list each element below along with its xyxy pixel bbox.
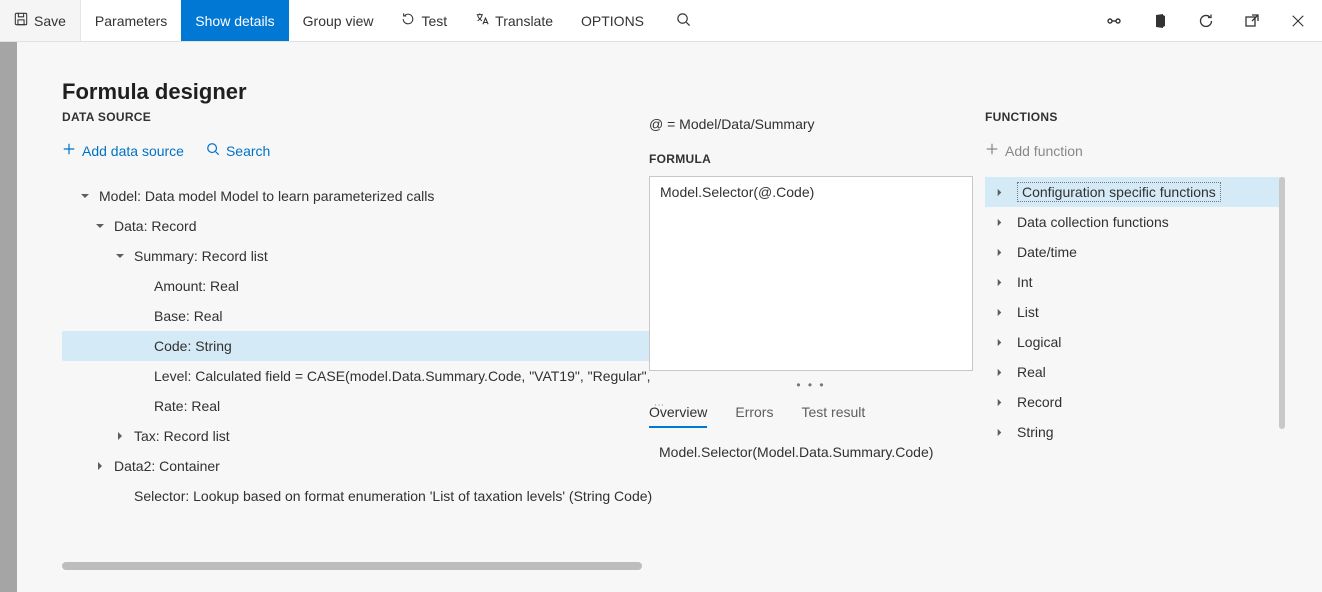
- tree-item-base[interactable]: Base: Real: [62, 301, 656, 331]
- add-data-source-button[interactable]: Add data source: [62, 142, 184, 159]
- show-details-button[interactable]: Show details: [181, 0, 288, 41]
- tab-errors[interactable]: Errors: [735, 404, 773, 428]
- workspace: Formula designer DATA SOURCE Add data so…: [17, 42, 1322, 592]
- tree-item-data2[interactable]: Data2: Container: [62, 451, 656, 481]
- functions-scrollbar[interactable]: [1279, 177, 1285, 429]
- tree-item-data[interactable]: Data: Record: [62, 211, 656, 241]
- group-view-button[interactable]: Group view: [289, 0, 388, 41]
- close-icon[interactable]: [1284, 7, 1312, 35]
- function-category-logical[interactable]: Logical: [985, 327, 1285, 357]
- formula-context-path: @ = Model/Data/Summary: [649, 116, 973, 132]
- functions-label: FUNCTIONS: [985, 110, 1285, 124]
- parameters-button[interactable]: Parameters: [81, 0, 181, 41]
- search-icon: [206, 142, 220, 159]
- tree-item-code[interactable]: Code: String: [62, 331, 656, 361]
- caret-down-icon: [112, 251, 128, 261]
- tree-item-rate[interactable]: Rate: Real: [62, 391, 656, 421]
- save-label: Save: [34, 13, 66, 29]
- refresh-arrow-icon: [401, 12, 415, 29]
- page-title: Formula designer: [62, 79, 247, 105]
- caret-right-icon: [995, 394, 1005, 410]
- plus-icon: [62, 142, 76, 159]
- connector-icon[interactable]: [1100, 7, 1128, 35]
- caret-right-icon: [995, 364, 1005, 380]
- office-icon[interactable]: [1146, 7, 1174, 35]
- tree-item-summary[interactable]: Summary: Record list: [62, 241, 656, 271]
- tree-item-model[interactable]: Model: Data model Model to learn paramet…: [62, 181, 656, 211]
- tree-item-amount[interactable]: Amount: Real: [62, 271, 656, 301]
- tab-overview[interactable]: Overview: [649, 404, 707, 428]
- caret-right-icon: [112, 431, 128, 441]
- formula-overview-text: Model.Selector(Model.Data.Summary.Code): [649, 444, 973, 460]
- search-icon: [676, 12, 691, 30]
- caret-right-icon: [995, 424, 1005, 440]
- caret-down-icon: [92, 221, 108, 231]
- search-button[interactable]: Search: [206, 142, 270, 159]
- translate-icon: [475, 12, 489, 29]
- formula-panel: @ = Model/Data/Summary FORMULA • • • Ove…: [649, 116, 973, 460]
- caret-right-icon: [995, 184, 1005, 200]
- functions-panel: FUNCTIONS Add function Configuration spe…: [985, 110, 1285, 447]
- popout-icon[interactable]: [1238, 7, 1266, 35]
- formula-tabs: Overview Errors Test result: [649, 404, 973, 428]
- appbar-search-button[interactable]: [658, 0, 709, 41]
- tree-item-tax[interactable]: Tax: Record list: [62, 421, 656, 451]
- left-rail[interactable]: [0, 42, 17, 592]
- formula-input[interactable]: [649, 176, 973, 371]
- translate-button[interactable]: Translate: [461, 0, 567, 41]
- function-category-string[interactable]: String: [985, 417, 1285, 447]
- formula-label: FORMULA: [649, 152, 973, 166]
- caret-right-icon: [92, 461, 108, 471]
- function-category-int[interactable]: Int: [985, 267, 1285, 297]
- caret-down-icon: [77, 191, 93, 201]
- caret-right-icon: [995, 304, 1005, 320]
- refresh-icon[interactable]: [1192, 7, 1220, 35]
- function-category-real[interactable]: Real: [985, 357, 1285, 387]
- test-button[interactable]: Test: [387, 0, 461, 41]
- data-source-label: DATA SOURCE: [62, 110, 656, 124]
- caret-right-icon: [995, 334, 1005, 350]
- save-icon: [14, 12, 28, 29]
- plus-icon: [985, 142, 999, 159]
- tree-item-level[interactable]: Level: Calculated field = CASE(model.Dat…: [62, 361, 656, 391]
- save-button[interactable]: Save: [0, 0, 80, 41]
- function-category-datetime[interactable]: Date/time: [985, 237, 1285, 267]
- caret-right-icon: [995, 214, 1005, 230]
- function-category-data-collection[interactable]: Data collection functions: [985, 207, 1285, 237]
- functions-list: Configuration specific functions Data co…: [985, 177, 1285, 447]
- tab-test-result[interactable]: Test result: [801, 404, 865, 428]
- app-bar: Save Parameters Show details Group view …: [0, 0, 1322, 42]
- data-source-panel: DATA SOURCE Add data source Search Mod: [62, 110, 656, 511]
- horizontal-scrollbar[interactable]: [62, 562, 642, 570]
- tree-item-selector[interactable]: Selector: Lookup based on format enumera…: [62, 481, 656, 511]
- function-category-list[interactable]: List: [985, 297, 1285, 327]
- expand-handle-icon[interactable]: • • •: [649, 378, 973, 392]
- function-category-record[interactable]: Record: [985, 387, 1285, 417]
- data-source-tree: Model: Data model Model to learn paramet…: [62, 181, 656, 511]
- caret-right-icon: [995, 244, 1005, 260]
- caret-right-icon: [995, 274, 1005, 290]
- add-function-button[interactable]: Add function: [985, 142, 1083, 159]
- options-button[interactable]: OPTIONS: [567, 0, 658, 41]
- function-category-configuration[interactable]: Configuration specific functions: [985, 177, 1285, 207]
